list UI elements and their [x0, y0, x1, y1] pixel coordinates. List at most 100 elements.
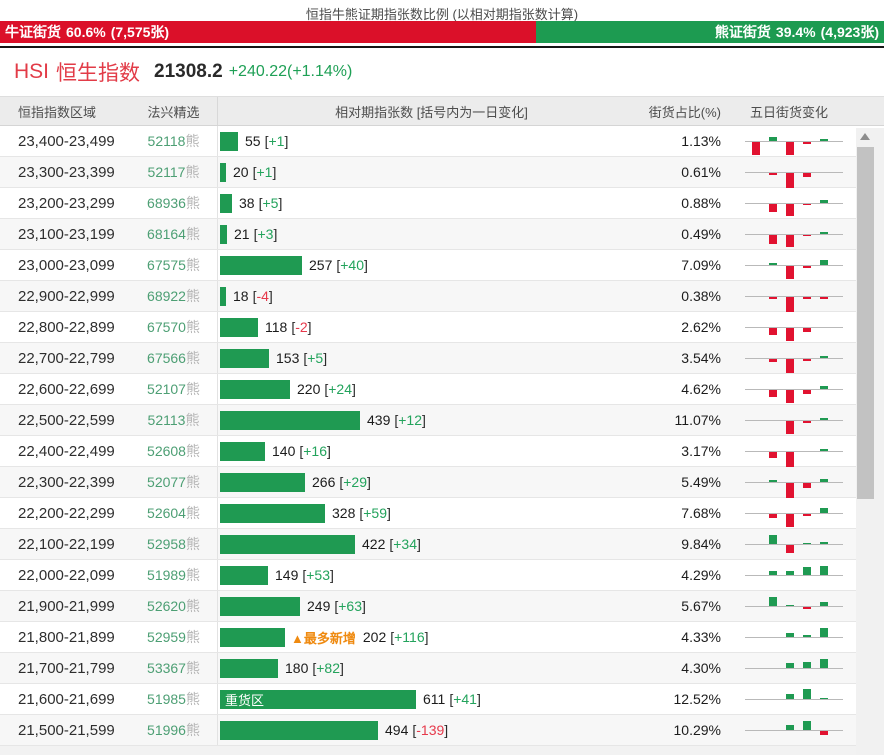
sparkline-bar — [786, 172, 794, 188]
five-day-sparkline — [723, 653, 855, 684]
sparkline-bar — [820, 627, 828, 637]
contracts-bar — [220, 565, 268, 585]
warrant-type-suffix: 熊 — [185, 474, 200, 490]
warrant-type-suffix: 熊 — [185, 133, 200, 149]
sparkline-baseline — [745, 264, 843, 266]
sparkline-baseline — [745, 543, 843, 545]
oi-percent-cell: 4.30% — [681, 660, 721, 676]
warrant-code-link[interactable]: 52118熊 — [130, 131, 217, 151]
warrant-type-suffix: 熊 — [185, 164, 200, 180]
index-range-cell: 23,300-23,399 — [18, 163, 115, 181]
sparkline-baseline — [745, 388, 843, 390]
warrant-code-link[interactable]: 67570熊 — [130, 317, 217, 337]
one-day-change: [+63] — [334, 598, 366, 614]
warrant-code-link[interactable]: 68936熊 — [130, 193, 217, 213]
oi-percent-cell: 7.68% — [681, 505, 721, 521]
contracts-value: 439 — [367, 412, 391, 428]
sparkline-bar — [769, 172, 777, 175]
warrant-code-link[interactable]: 53367熊 — [130, 658, 217, 678]
one-day-change: [+41] — [449, 691, 481, 707]
index-range-cell: 22,400-22,499 — [18, 442, 115, 460]
warrant-code-link[interactable]: 67566熊 — [130, 348, 217, 368]
warrant-code: 52077 — [147, 474, 186, 490]
five-day-sparkline — [723, 281, 855, 312]
sparkline-bar — [820, 507, 828, 513]
table-row: 22,500-22,599 52113熊 439 [+12] 11.07% — [0, 405, 856, 436]
table-row: 23,400-23,499 52118熊 55 [+1] 1.13% — [0, 126, 856, 157]
table-header-row: 恒指指数区域 法兴精选 相对期指张数 [括号内为一日变化] 街货占比(%) 五日… — [0, 96, 884, 126]
one-day-change: [+116] — [390, 629, 429, 645]
warrant-code-link[interactable]: 51985熊 — [130, 689, 217, 709]
five-day-sparkline — [723, 529, 855, 560]
sparkline-bar — [786, 724, 794, 730]
warrant-code-link[interactable]: 68922熊 — [130, 286, 217, 306]
sparkline-bar — [786, 632, 794, 637]
contracts-bar — [220, 162, 226, 182]
warrant-code: 52608 — [147, 443, 186, 459]
index-range-cell: 23,100-23,199 — [18, 225, 115, 243]
five-day-sparkline — [723, 157, 855, 188]
warrant-type-suffix: 熊 — [185, 288, 200, 304]
one-day-change: [-4] — [252, 288, 273, 304]
scrollbar-track[interactable] — [856, 128, 884, 755]
warrant-type-suffix: 熊 — [185, 629, 200, 645]
warrant-code-link[interactable]: 52113熊 — [130, 410, 217, 430]
warrant-code-link[interactable]: 52608熊 — [130, 441, 217, 461]
five-day-sparkline — [723, 560, 855, 591]
table-row: 22,400-22,499 52608熊 140 [+16] 3.17% — [0, 436, 856, 467]
table-row: 21,500-21,599 51996熊 494 [-139] 10.29% — [0, 715, 856, 746]
sparkline-bar — [786, 234, 794, 247]
warrant-code-link[interactable]: 52117熊 — [130, 162, 217, 182]
warrant-code-link[interactable]: 52620熊 — [130, 596, 217, 616]
warrant-type-suffix: 熊 — [185, 536, 200, 552]
scrollbar-thumb[interactable] — [857, 147, 874, 499]
sparkline-bar — [803, 141, 811, 144]
sparkline-bar — [820, 697, 828, 699]
warrant-code-link[interactable]: 52958熊 — [130, 534, 217, 554]
sparkline-bar — [803, 606, 811, 609]
warrant-code-link[interactable]: 52959熊 — [130, 627, 217, 647]
sparkline-bar — [769, 203, 777, 212]
warrant-code-link[interactable]: 51996熊 — [130, 720, 217, 740]
warrant-type-suffix: 熊 — [185, 195, 200, 211]
warrant-code-link[interactable]: 68164熊 — [130, 224, 217, 244]
contracts-bar-cell: 153 [+5] — [217, 343, 645, 373]
contracts-bar — [220, 317, 258, 337]
contracts-bar-cell: 20 [+1] — [217, 157, 645, 187]
sparkline-bar — [769, 389, 777, 397]
index-range-cell: 23,200-23,299 — [18, 194, 115, 212]
warrant-code: 51989 — [147, 567, 186, 583]
table-row: 21,800-21,899 52959熊 ▲最多新增 202 [+116] 4.… — [0, 622, 856, 653]
contracts-value: 328 — [332, 505, 356, 521]
oi-percent-cell: 2.62% — [681, 319, 721, 335]
warrant-code-link[interactable]: 52077熊 — [130, 472, 217, 492]
one-day-change: [-2] — [291, 319, 312, 335]
warrant-code-link[interactable]: 52107熊 — [130, 379, 217, 399]
scrollbar-up-arrow-icon[interactable] — [860, 133, 870, 140]
oi-percent-cell: 3.54% — [681, 350, 721, 366]
warrant-code-link[interactable]: 51989熊 — [130, 565, 217, 585]
table-row: 22,300-22,399 52077熊 266 [+29] 5.49% — [0, 467, 856, 498]
warrant-type-suffix: 熊 — [185, 319, 200, 335]
index-range-cell: 21,600-21,699 — [18, 690, 115, 708]
five-day-sparkline — [723, 622, 855, 653]
index-range-cell: 23,400-23,499 — [18, 132, 115, 150]
contracts-bar-cell: 220 [+24] — [217, 374, 645, 404]
sparkline-bar — [786, 604, 794, 606]
sparkline-bar — [803, 720, 811, 730]
warrant-code-link[interactable]: 52604熊 — [130, 503, 217, 523]
contracts-bar — [220, 534, 355, 554]
sparkline-bar — [786, 570, 794, 575]
warrant-type-suffix: 熊 — [185, 443, 200, 459]
bull-ratio-segment: 牛证街货 60.6% (7,575张) — [0, 21, 536, 43]
oi-percent-cell: 0.49% — [681, 226, 721, 242]
sparkline-bar — [820, 730, 828, 735]
sparkline-bar — [769, 296, 777, 299]
warrant-code-link[interactable]: 67575熊 — [130, 255, 217, 275]
contracts-value: 494 — [385, 722, 409, 738]
contracts-bar-cell: 38 [+5] — [217, 188, 645, 218]
contracts-bar: 重货区 — [220, 689, 416, 709]
sparkline-bar — [820, 138, 828, 141]
sparkline-bar — [803, 420, 811, 423]
sparkline-baseline — [745, 171, 843, 173]
